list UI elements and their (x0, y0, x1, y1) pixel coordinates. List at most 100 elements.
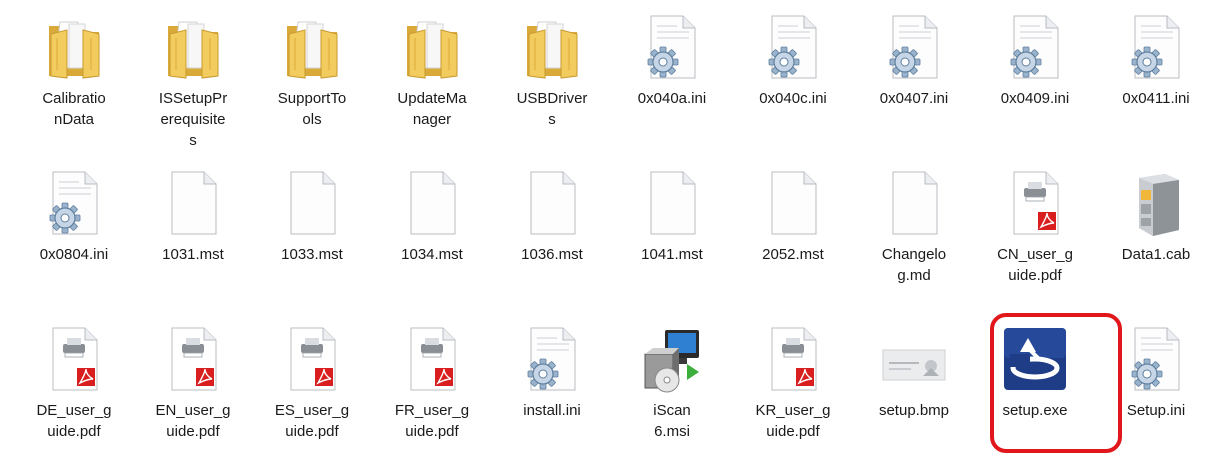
file-item-1041-mst[interactable]: 1041.mst (618, 158, 726, 298)
file-name-label: Changelo g.md (864, 244, 964, 286)
file-item-1036-mst[interactable]: 1036.mst (498, 158, 606, 298)
file-item-0x0407-ini[interactable]: 0x0407.ini (860, 2, 968, 142)
folder-icon (397, 12, 467, 82)
file-name-label: Setup.ini (1106, 400, 1206, 421)
file-name-label: SupportTo ols (262, 88, 362, 130)
file-item-data1-cab[interactable]: Data1.cab (1102, 158, 1210, 298)
file-name-label: EN_user_g uide.pdf (143, 400, 243, 442)
file-name-line: nager (412, 111, 452, 128)
file-name-label: 1033.mst (262, 244, 362, 265)
blank-file-icon (158, 168, 228, 238)
file-name-line: 0x0411.ini (1122, 90, 1190, 107)
file-item-issetupprerequisites[interactable]: ISSetupPr erequisite s (139, 2, 247, 149)
file-name-line: 1033.mst (281, 246, 343, 263)
file-name-label: DE_user_g uide.pdf (24, 400, 124, 442)
file-item-en-user-guide-pdf[interactable]: EN_user_g uide.pdf (139, 314, 247, 454)
installer-icon (637, 324, 707, 394)
file-name-line: 0x0407.ini (879, 90, 949, 107)
file-item-es-user-guide-pdf[interactable]: ES_user_g uide.pdf (258, 314, 366, 454)
file-name-line: uide.pdf (166, 423, 220, 440)
file-item-usbdrivers[interactable]: USBDriver s (498, 2, 606, 142)
settings-file-icon (758, 12, 828, 82)
file-name-label: setup.bmp (864, 400, 964, 421)
file-name-label: 1036.mst (502, 244, 602, 265)
file-name-label: UpdateMa nager (382, 88, 482, 130)
file-name-line: uide.pdf (47, 423, 101, 440)
file-item-1031-mst[interactable]: 1031.mst (139, 158, 247, 298)
file-name-label: ES_user_g uide.pdf (262, 400, 362, 442)
file-name-line: 2052.mst (762, 246, 824, 263)
settings-file-icon (879, 12, 949, 82)
file-item-1034-mst[interactable]: 1034.mst (378, 158, 486, 298)
file-name-label: Calibratio nData (24, 88, 124, 130)
file-item-0x0804-ini[interactable]: 0x0804.ini (20, 158, 128, 298)
file-item-1033-mst[interactable]: 1033.mst (258, 158, 366, 298)
settings-file-icon (1121, 324, 1191, 394)
file-name-label: setup.exe (985, 400, 1085, 421)
file-name-line: ES_user_g (274, 402, 350, 419)
file-name-line: uide.pdf (285, 423, 339, 440)
file-name-line: UpdateMa (397, 90, 467, 107)
file-item-2052-mst[interactable]: 2052.mst (739, 158, 847, 298)
blank-file-icon (397, 168, 467, 238)
file-name-label: iScan 6.msi (622, 400, 722, 442)
folder-icon (517, 12, 587, 82)
settings-file-icon (1000, 12, 1070, 82)
file-name-line: 0x040c.ini (759, 90, 827, 107)
file-name-label: USBDriver s (502, 88, 602, 130)
pdf-file-icon (1000, 168, 1070, 238)
file-name-label: 1034.mst (382, 244, 482, 265)
file-name-label: install.ini (502, 400, 602, 421)
file-name-line: Data1.cab (1121, 246, 1191, 263)
pdf-file-icon (758, 324, 828, 394)
file-item-changelog-md[interactable]: Changelo g.md (860, 158, 968, 298)
file-name-line: s (189, 132, 197, 149)
file-name-label: ISSetupPr erequisite s (143, 88, 243, 151)
settings-file-icon (39, 168, 109, 238)
file-name-line: uide.pdf (766, 423, 820, 440)
file-name-line: erequisite (160, 111, 226, 128)
file-item-0x040a-ini[interactable]: 0x040a.ini (618, 2, 726, 142)
file-item-0x0411-ini[interactable]: 0x0411.ini (1102, 2, 1210, 142)
settings-file-icon (1121, 12, 1191, 82)
file-name-line: ISSetupPr (158, 90, 228, 107)
pdf-file-icon (277, 324, 347, 394)
settings-file-icon (637, 12, 707, 82)
file-name-label: 0x0409.ini (985, 88, 1085, 109)
file-item-iscan6-msi[interactable]: iScan 6.msi (618, 314, 726, 454)
file-item-kr-user-guide-pdf[interactable]: KR_user_g uide.pdf (739, 314, 847, 454)
file-name-label: CN_user_g uide.pdf (985, 244, 1085, 286)
file-item-0x040c-ini[interactable]: 0x040c.ini (739, 2, 847, 142)
file-item-cn-user-guide-pdf[interactable]: CN_user_g uide.pdf (981, 158, 1089, 298)
file-name-line: DE_user_g (36, 402, 112, 419)
file-item-fr-user-guide-pdf[interactable]: FR_user_g uide.pdf (378, 314, 486, 454)
file-name-label: FR_user_g uide.pdf (382, 400, 482, 442)
blank-file-icon (879, 168, 949, 238)
file-item-supporttools[interactable]: SupportTo ols (258, 2, 366, 142)
file-name-line: 0x040a.ini (637, 90, 707, 107)
file-name-line: Setup.ini (1126, 402, 1186, 419)
file-item-updatemanager[interactable]: UpdateMa nager (378, 2, 486, 142)
file-item-setup-ini[interactable]: Setup.ini (1102, 314, 1210, 454)
file-name-label: 0x0407.ini (864, 88, 964, 109)
file-name-line: ols (302, 111, 322, 128)
file-item-install-ini[interactable]: install.ini (498, 314, 606, 454)
file-item-setup-bmp[interactable]: setup.bmp (860, 314, 968, 454)
file-name-line: 0x0804.ini (39, 246, 109, 263)
folder-icon (39, 12, 109, 82)
file-item-setup-exe[interactable]: setup.exe (981, 314, 1089, 454)
file-name-label: 0x0411.ini (1106, 88, 1206, 109)
file-item-0x0409-ini[interactable]: 0x0409.ini (981, 2, 1089, 142)
file-name-line: USBDriver (516, 90, 588, 107)
file-name-line: g.md (897, 267, 931, 284)
file-name-line: install.ini (523, 402, 581, 419)
file-name-line: 0x0409.ini (1000, 90, 1070, 107)
file-name-line: uide.pdf (1008, 267, 1062, 284)
file-name-label: KR_user_g uide.pdf (743, 400, 843, 442)
blank-file-icon (758, 168, 828, 238)
file-item-calibrationdata[interactable]: Calibratio nData (20, 2, 128, 142)
blank-file-icon (637, 168, 707, 238)
file-name-line: CN_user_g (997, 246, 1073, 263)
file-name-line: 1041.mst (641, 246, 703, 263)
file-item-de-user-guide-pdf[interactable]: DE_user_g uide.pdf (20, 314, 128, 454)
